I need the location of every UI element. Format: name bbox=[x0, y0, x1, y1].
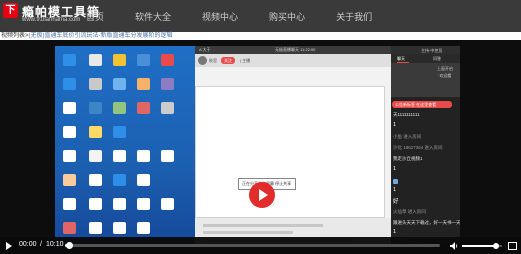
desktop-app-icon bbox=[113, 78, 126, 90]
desktop-app-icon bbox=[63, 174, 76, 186]
desktop-app-icon bbox=[63, 150, 76, 162]
desktop-app-icon bbox=[113, 150, 126, 162]
host-name: 秋官 bbox=[209, 58, 217, 63]
chat-message: 好 bbox=[393, 199, 399, 205]
desktop-app-icon bbox=[89, 54, 102, 66]
desktop-app-icon bbox=[63, 198, 76, 210]
desktop-app-icon bbox=[63, 222, 76, 234]
nav-item-software[interactable]: 软件大全 bbox=[135, 10, 171, 23]
host-bar: 秋官 关注 | 主播 bbox=[195, 54, 391, 67]
nav-item-about[interactable]: 关于我们 bbox=[336, 10, 372, 23]
avatar bbox=[198, 56, 207, 65]
chat-panel: 主持·中控员 聊天 问答 上面开启 · 欢迎看 公告新标签 在这里查看 天111… bbox=[391, 46, 461, 246]
logo-subtitle: www.91lianhama.com bbox=[22, 17, 81, 23]
follow-tag: 关注 bbox=[221, 57, 235, 64]
desktop-app-icon bbox=[113, 102, 126, 114]
desktop-app-icon bbox=[63, 126, 76, 138]
volume-fill bbox=[462, 245, 496, 247]
chat-message: 天1111111111 bbox=[393, 112, 420, 117]
chat-info-area: 上面开启 · 欢迎看 bbox=[391, 63, 460, 97]
recorded-desktop bbox=[55, 46, 195, 246]
desktop-app-icon bbox=[89, 174, 102, 186]
chat-message: 我走沙丘视频1 bbox=[393, 156, 423, 161]
shared-content-area bbox=[195, 86, 385, 218]
desktop-app-icon bbox=[137, 150, 150, 162]
taskbar-row bbox=[203, 224, 323, 227]
chat-message: 跟进头天天下载过，好一天书一天 bbox=[393, 220, 461, 225]
titlebar-left-text: A 大于 bbox=[199, 47, 211, 52]
desktop-app-icon bbox=[161, 54, 174, 66]
video-player[interactable]: A 大于 无极直播聊天 11:22:00 秋官 关注 | 主播 正在分享你的屏幕… bbox=[0, 40, 521, 254]
chat-info-line: 上面开启 bbox=[437, 66, 453, 71]
chat-message: 沙化 18627364 进入房间 bbox=[393, 145, 443, 150]
progress-handle[interactable] bbox=[65, 242, 73, 249]
recorded-screen: A 大于 无极直播聊天 11:22:00 秋官 关注 | 主播 bbox=[195, 46, 391, 246]
chat-notice: 公告新标签 在这里查看 bbox=[392, 101, 452, 108]
volume-slider[interactable] bbox=[462, 243, 502, 249]
nav-item-buy[interactable]: 购买中心 bbox=[269, 10, 305, 23]
tab-chat: 聊天 bbox=[397, 56, 409, 63]
time-separator: / bbox=[40, 241, 42, 248]
desktop-app-icon bbox=[137, 174, 150, 186]
desktop-app-icon bbox=[137, 198, 150, 210]
desktop-app-icon bbox=[161, 150, 174, 162]
progress-bar[interactable] bbox=[65, 242, 440, 249]
desktop-app-icon bbox=[137, 222, 150, 234]
chat-message: 1 bbox=[393, 187, 397, 193]
top-navigation: 下 瘾帕模工具箱 www.91lianhama.com 首页 软件大全 视频中心… bbox=[0, 0, 521, 32]
fullscreen-icon[interactable] bbox=[508, 242, 517, 250]
logo-mark[interactable]: 下 bbox=[3, 3, 18, 18]
play-icon[interactable] bbox=[6, 242, 12, 250]
recorded-window-titlebar: A 大于 无极直播聊天 11:22:00 bbox=[195, 46, 391, 54]
host-tab-label: | 主播 bbox=[240, 58, 251, 63]
breadcrumb-lead[interactable]: 视频列表> bbox=[1, 33, 29, 39]
desktop-app-icon bbox=[89, 222, 102, 234]
breadcrumb-title[interactable]: (无极)直通车底价引流玩法-新版直通车分发展阶的逻辑 bbox=[29, 33, 173, 39]
desktop-app-icon bbox=[89, 198, 102, 210]
desktop-app-icon bbox=[89, 126, 102, 138]
chat-info-line: · 欢迎看 bbox=[437, 73, 452, 78]
chat-message: 1 bbox=[393, 229, 397, 235]
volume-icon[interactable] bbox=[450, 242, 459, 250]
desktop-app-icon bbox=[63, 102, 76, 114]
chat-message: 1 bbox=[393, 122, 397, 128]
desktop-app-icon bbox=[161, 78, 174, 90]
desktop-app-icon bbox=[113, 198, 126, 210]
desktop-app-icon bbox=[137, 102, 150, 114]
desktop-app-icon bbox=[89, 102, 102, 114]
desktop-app-icon bbox=[63, 54, 76, 66]
user-badge-icon bbox=[393, 179, 398, 184]
desktop-app-icon bbox=[113, 54, 126, 66]
desktop-app-icon bbox=[113, 174, 126, 186]
play-icon[interactable] bbox=[249, 182, 275, 208]
titlebar-title: 无极直播聊天 11:22:00 bbox=[275, 47, 316, 52]
nav-item-video[interactable]: 视频中心 bbox=[202, 10, 238, 23]
chat-message: 1 bbox=[393, 166, 397, 172]
desktop-app-icon bbox=[89, 78, 102, 90]
nav-item-home[interactable]: 首页 bbox=[86, 10, 104, 23]
desktop-app-icon bbox=[63, 78, 76, 90]
desktop-app-icon bbox=[161, 102, 174, 114]
main-nav: 首页 软件大全 视频中心 购买中心 关于我们 bbox=[86, 10, 403, 23]
volume-handle[interactable] bbox=[493, 243, 499, 249]
desktop-app-icon bbox=[137, 54, 150, 66]
tab-qa: 问答 bbox=[433, 56, 441, 61]
player-controls: 00:00 / 10:10 bbox=[0, 237, 521, 254]
chat-message: 小鱼 进入房间 bbox=[393, 134, 422, 139]
chat-message: 火仙草 进入房间 bbox=[393, 209, 426, 214]
taskbar-row bbox=[203, 231, 293, 234]
desktop-app-icon bbox=[137, 78, 150, 90]
desktop-app-icon bbox=[89, 150, 102, 162]
chat-header: 主持·中控员 bbox=[391, 46, 460, 54]
current-time: 00:00 bbox=[19, 241, 37, 248]
desktop-app-icon bbox=[161, 198, 174, 210]
chat-tabs: 聊天 问答 bbox=[391, 54, 460, 63]
desktop-app-icon bbox=[113, 222, 126, 234]
duration: 10:10 bbox=[46, 241, 64, 248]
desktop-app-icon bbox=[113, 126, 126, 138]
player-letterbox bbox=[460, 40, 521, 254]
breadcrumb: 视频列表>(无极)直通车底价引流玩法-新版直通车分发展阶的逻辑 bbox=[1, 30, 173, 39]
